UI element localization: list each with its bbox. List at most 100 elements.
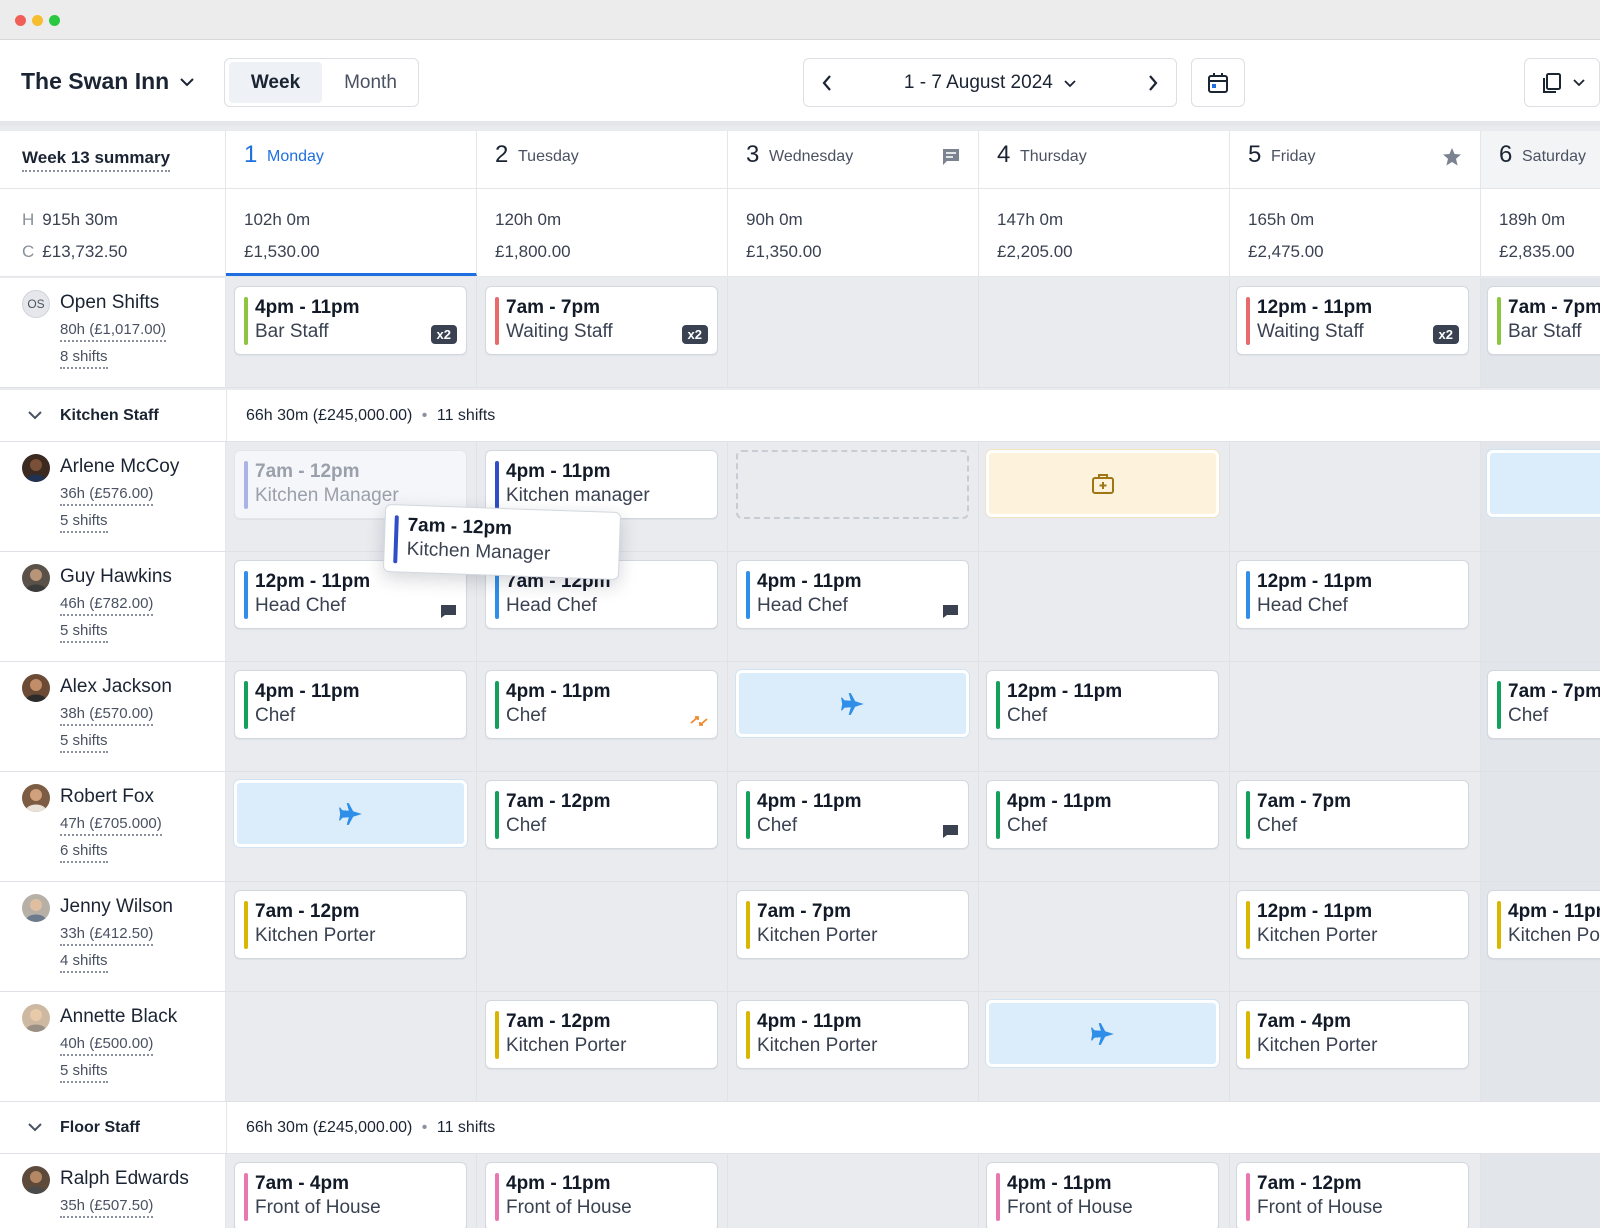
day-header-thursday[interactable]: 4 Thursday — [979, 131, 1230, 188]
time-off-block[interactable] — [986, 1000, 1219, 1067]
day-cell[interactable] — [477, 882, 728, 991]
comment-icon[interactable] — [941, 148, 961, 166]
day-header-tuesday[interactable]: 2 Tuesday — [477, 131, 728, 188]
date-range-dropdown[interactable]: 1 - 7 August 2024 — [804, 59, 1176, 106]
staff-hours[interactable]: 36h (£576.00) — [60, 485, 154, 506]
staff-shifts[interactable]: 5 shifts — [60, 512, 108, 533]
shift-card[interactable]: 4pm - 11pm Front of House — [485, 1162, 718, 1228]
shift-card[interactable]: 7am - 12pm Kitchen Porter — [485, 1000, 718, 1069]
copy-menu-button[interactable] — [1524, 58, 1600, 107]
star-icon[interactable] — [1442, 147, 1462, 167]
shift-card[interactable]: 7am - 7pm Chef — [1236, 780, 1469, 849]
shift-role: Kitchen Porter — [1508, 925, 1600, 946]
day-name: Thursday — [1020, 148, 1087, 165]
venue-selector[interactable]: The Swan Inn — [21, 68, 195, 95]
day-cell[interactable] — [728, 1154, 979, 1228]
staff-shifts[interactable]: 5 shifts — [60, 622, 108, 643]
day-cell[interactable] — [1230, 662, 1481, 771]
sick-leave-block[interactable] — [986, 450, 1219, 517]
shift-card[interactable]: 12pm - 11pm Waiting Staff x2 — [1236, 286, 1469, 355]
day-header-friday[interactable]: 5 Friday — [1230, 131, 1481, 188]
shift-card[interactable]: 4pm - 11pm Chef — [736, 780, 969, 849]
shift-card[interactable]: 7am - 7pm Waiting Staff x2 — [485, 286, 718, 355]
group-row-floor-staff[interactable]: Floor Staff 66h 30m (£245,000.00) • 11 s… — [0, 1102, 1600, 1154]
day-cell[interactable] — [1230, 442, 1481, 551]
note-icon[interactable] — [942, 604, 959, 619]
day-cell[interactable] — [1481, 772, 1600, 881]
staff-hours[interactable]: 47h (£705.000) — [60, 815, 162, 836]
note-icon[interactable] — [440, 604, 457, 619]
staff-hours[interactable]: 35h (£507.50) — [60, 1197, 154, 1218]
shift-card[interactable]: 7am - 12pm Front of House — [1236, 1162, 1469, 1228]
shift-card[interactable]: 7am - 7pm Kitchen Porter — [736, 890, 969, 959]
shift-card[interactable]: 7am - 7pm Bar Staff — [1487, 286, 1600, 355]
day-name: Tuesday — [518, 148, 579, 165]
chevron-down-icon[interactable] — [28, 1123, 42, 1132]
row-shifts[interactable]: 8 shifts — [60, 348, 108, 369]
shift-card[interactable]: 4pm - 11pm Bar Staff x2 — [234, 286, 467, 355]
note-icon[interactable] — [942, 824, 959, 839]
venue-name: The Swan Inn — [21, 68, 170, 94]
staff-shifts[interactable]: 5 shifts — [60, 1062, 108, 1083]
shift-card[interactable]: 4pm - 11pm Kitchen Porter — [736, 1000, 969, 1069]
row-hours[interactable]: 80h (£1,017.00) — [60, 321, 166, 342]
staff-shifts[interactable]: 5 shifts — [60, 732, 108, 753]
chevron-right-icon[interactable] — [1147, 74, 1159, 92]
divider — [226, 1102, 227, 1153]
shift-card[interactable]: 4pm - 11pm Chef — [234, 670, 467, 739]
day-cell[interactable] — [728, 278, 979, 387]
staff-shifts[interactable]: 6 shifts — [60, 842, 108, 863]
dragging-shift-card[interactable]: 7am - 12pm Kitchen Manager — [382, 503, 622, 581]
time-off-block[interactable] — [234, 780, 467, 847]
shift-card[interactable]: 7am - 12pm Kitchen Porter — [234, 890, 467, 959]
group-row-kitchen-staff[interactable]: Kitchen Staff 66h 30m (£245,000.00) • 11… — [0, 390, 1600, 442]
shift-card[interactable]: 7am - 12pm Chef — [485, 780, 718, 849]
staff-hours[interactable]: 46h (£782.00) — [60, 595, 154, 616]
day-cell[interactable] — [979, 552, 1230, 661]
close-window-button[interactable] — [15, 15, 26, 26]
minimize-window-button[interactable] — [32, 15, 43, 26]
week-summary-label[interactable]: Week 13 summary — [22, 148, 171, 172]
chevron-down-icon[interactable] — [28, 411, 42, 420]
shift-role: Chef — [255, 705, 296, 726]
shift-card[interactable]: 7am - 4pm Front of House — [234, 1162, 467, 1228]
month-view-tab[interactable]: Month — [324, 62, 417, 103]
staff-row-jenny-wilson: Jenny Wilson 33h (£412.50) 4 shifts 7am … — [0, 882, 1600, 992]
calendar-icon — [1208, 72, 1228, 93]
drop-target[interactable] — [736, 450, 969, 519]
day-header-saturday[interactable]: 6 Saturday — [1481, 131, 1600, 188]
day-number: 6 — [1499, 141, 1513, 168]
day-cell[interactable] — [1481, 552, 1600, 661]
shift-card[interactable]: 4pm - 11pm Kitchen Porter — [1487, 890, 1600, 959]
shift-card[interactable]: 4pm - 11pm Front of House — [986, 1162, 1219, 1228]
day-cell[interactable] — [226, 992, 477, 1101]
day-cell[interactable] — [979, 882, 1230, 991]
staff-hours[interactable]: 33h (£412.50) — [60, 925, 154, 946]
day-header-wednesday[interactable]: 3 Wednesday — [728, 131, 979, 188]
day-header-monday[interactable]: 1 Monday — [226, 131, 477, 188]
staff-shifts[interactable]: 4 shifts — [60, 952, 108, 973]
shift-role: Head Chef — [1257, 595, 1348, 616]
calendar-button[interactable] — [1191, 58, 1245, 107]
staff-hours[interactable]: 38h (£570.00) — [60, 705, 154, 726]
staff-hours[interactable]: 40h (£500.00) — [60, 1035, 154, 1056]
swap-icon[interactable] — [690, 713, 708, 729]
role-color-bar — [495, 1173, 499, 1221]
shift-card[interactable]: 7am - 7pm Chef — [1487, 670, 1600, 739]
shift-card[interactable]: 4pm - 11pm Chef — [485, 670, 718, 739]
day-cell[interactable] — [1481, 1154, 1600, 1228]
time-off-block[interactable] — [736, 670, 969, 737]
shift-card[interactable]: 12pm - 11pm Chef — [986, 670, 1219, 739]
maximize-window-button[interactable] — [49, 15, 60, 26]
shift-role: Head Chef — [255, 595, 346, 616]
time-off-block[interactable] — [1487, 450, 1600, 517]
shift-time: 7am - 7pm — [506, 297, 600, 318]
week-view-tab[interactable]: Week — [229, 62, 322, 103]
shift-card[interactable]: 12pm - 11pm Head Chef — [1236, 560, 1469, 629]
shift-card[interactable]: 12pm - 11pm Kitchen Porter — [1236, 890, 1469, 959]
day-cell[interactable] — [1481, 992, 1600, 1101]
shift-card[interactable]: 4pm - 11pm Head Chef — [736, 560, 969, 629]
day-cell[interactable] — [979, 278, 1230, 387]
shift-card[interactable]: 7am - 4pm Kitchen Porter — [1236, 1000, 1469, 1069]
shift-card[interactable]: 4pm - 11pm Chef — [986, 780, 1219, 849]
